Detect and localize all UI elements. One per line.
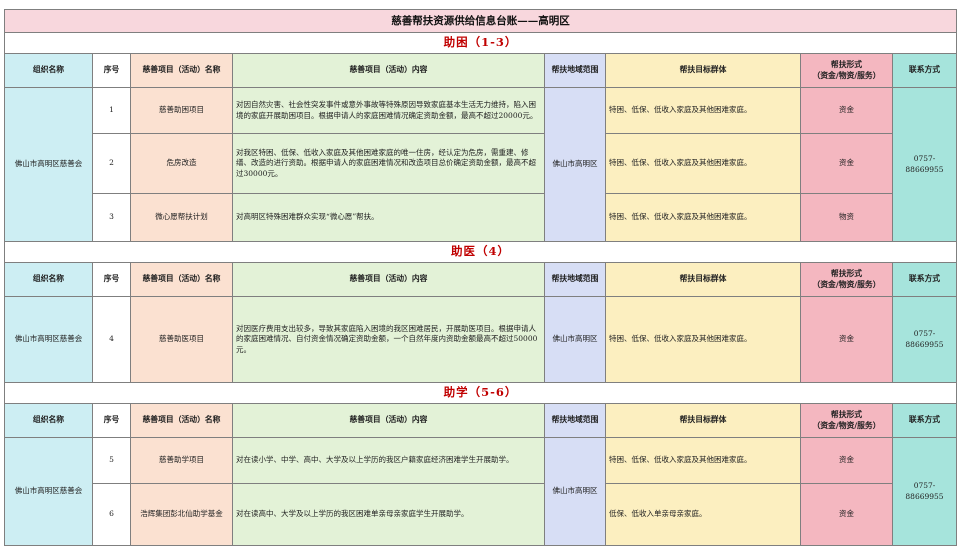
contact-cell: 0757-88669955 — [892, 296, 957, 383]
header-content: 慈善项目（活动）内容 — [232, 53, 545, 88]
table-row: 佛山市高明区慈善会 5 慈善助学项目 对在读小学、中学、高中、大学及以上学历的我区户籍… — [4, 437, 957, 546]
target-group-cell: 特困、低保、低收入家庭及其他困难家庭。 — [605, 87, 801, 134]
ledger-table: 慈善帮扶资源供给信息台账——高明区 助困（1-3） 组织名称 序号 慈善项目（活动）名… — [4, 9, 957, 546]
project-name-cell: 危房改造 — [130, 133, 233, 194]
area-cell: 佛山市高明区 — [544, 437, 606, 546]
target-group-cell: 特困、低保、低收入家庭及其他困难家庭。 — [605, 133, 801, 194]
table-row: 佛山市高明区慈善会 4 慈善助医项目 对因医疗费用支出较多，导致其家庭陷入困境的我区困… — [4, 296, 957, 383]
header-area: 帮扶地域范围 — [544, 262, 606, 297]
row-number-cell: 2 — [92, 133, 131, 194]
header-content: 慈善项目（活动）内容 — [232, 403, 545, 438]
header-contact: 联系方式 — [892, 53, 957, 88]
header-form: 帮扶形式 （资金/物资/服务） — [800, 53, 893, 88]
org-name-cell: 佛山市高明区慈善会 — [4, 87, 93, 242]
aid-form-cell: 资金 — [800, 296, 893, 383]
header-org: 组织名称 — [4, 262, 93, 297]
project-name-cell: 浩辉集团彭北仙助学基金 — [130, 483, 233, 546]
table-row: 佛山市高明区慈善会 1 慈善助困项目 对因自然灾害、社会性突发事件或意外事故等特殊原因… — [4, 87, 957, 242]
table-row: 2 危房改造 对我区特困、低保、低收入家庭及其他困难家庭的唯一住房，经认定为危房，需… — [5, 133, 957, 194]
row-number-cell: 4 — [92, 296, 131, 383]
project-content-cell: 对我区特困、低保、低收入家庭及其他困难家庭的唯一住房，经认定为危房，需重建、修缮… — [232, 133, 545, 194]
contact-cell: 0757-88669955 — [892, 87, 957, 242]
aid-form-cell: 资金 — [800, 87, 893, 134]
table-row: 6 浩辉集团彭北仙助学基金 对在读高中、大学及以上学历的我区困难单亲母亲家庭学生开展… — [5, 483, 957, 546]
org-name-cell: 佛山市高明区慈善会 — [4, 437, 93, 546]
row-number-cell: 6 — [92, 483, 131, 546]
sheet-title: 慈善帮扶资源供给信息台账——高明区 — [4, 9, 957, 33]
row-number-cell: 3 — [92, 193, 131, 242]
row-number-cell: 5 — [92, 437, 131, 484]
header-area: 帮扶地域范围 — [544, 53, 606, 88]
area-cell: 佛山市高明区 — [544, 296, 606, 383]
header-target: 帮扶目标群体 — [605, 403, 801, 438]
project-name-cell: 慈善助医项目 — [130, 296, 233, 383]
target-group-cell: 特困、低保、低收入家庭及其他困难家庭。 — [605, 437, 801, 484]
org-name-cell: 佛山市高明区慈善会 — [4, 296, 93, 383]
header-form: 帮扶形式 （资金/物资/服务） — [800, 262, 893, 297]
section-title: 助学（5-6） — [4, 382, 957, 404]
project-content-cell: 对高明区特殊困难群众实现“微心愿”帮扶。 — [232, 193, 545, 242]
header-org: 组织名称 — [4, 403, 93, 438]
header-form: 帮扶形式 （资金/物资/服务） — [800, 403, 893, 438]
aid-form-cell: 资金 — [800, 133, 893, 194]
table-row: 3 微心愿帮扶计划 对高明区特殊困难群众实现“微心愿”帮扶。 特困、低保、低收入家庭及… — [5, 193, 957, 242]
header-name: 慈善项目（活动）名称 — [130, 262, 233, 297]
project-content-cell: 对在读高中、大学及以上学历的我区困难单亲母亲家庭学生开展助学。 — [232, 483, 545, 546]
aid-form-cell: 资金 — [800, 437, 893, 484]
header-name: 慈善项目（活动）名称 — [130, 403, 233, 438]
project-content-cell: 对因医疗费用支出较多，导致其家庭陷入困境的我区困难居民，开展助医项目。根据申请人… — [232, 296, 545, 383]
header-no: 序号 — [92, 262, 131, 297]
header-target: 帮扶目标群体 — [605, 53, 801, 88]
project-content-cell: 对在读小学、中学、高中、大学及以上学历的我区户籍家庭经济困难学生开展助学。 — [232, 437, 545, 484]
header-name: 慈善项目（活动）名称 — [130, 53, 233, 88]
target-group-cell: 特困、低保、低收入家庭及其他困难家庭。 — [605, 296, 801, 383]
header-area: 帮扶地域范围 — [544, 403, 606, 438]
row-number-cell: 1 — [92, 87, 131, 134]
header-no: 序号 — [92, 53, 131, 88]
aid-form-cell: 资金 — [800, 483, 893, 546]
target-group-cell: 特困、低保、低收入家庭及其他困难家庭。 — [605, 193, 801, 242]
project-name-cell: 微心愿帮扶计划 — [130, 193, 233, 242]
header-target: 帮扶目标群体 — [605, 262, 801, 297]
section-title: 助医（4） — [4, 241, 957, 263]
area-cell: 佛山市高明区 — [544, 87, 606, 242]
target-group-cell: 低保、低收入单亲母亲家庭。 — [605, 483, 801, 546]
header-contact: 联系方式 — [892, 262, 957, 297]
contact-cell: 0757-88669955 — [892, 437, 957, 546]
section-title: 助困（1-3） — [4, 32, 957, 54]
header-content: 慈善项目（活动）内容 — [232, 262, 545, 297]
header-no: 序号 — [92, 403, 131, 438]
aid-form-cell: 物资 — [800, 193, 893, 242]
project-content-cell: 对因自然灾害、社会性突发事件或意外事故等特殊原因导致家庭基本生活无力维持，陷入困… — [232, 87, 545, 134]
project-name-cell: 慈善助困项目 — [130, 87, 233, 134]
header-contact: 联系方式 — [892, 403, 957, 438]
header-org: 组织名称 — [4, 53, 93, 88]
project-name-cell: 慈善助学项目 — [130, 437, 233, 484]
